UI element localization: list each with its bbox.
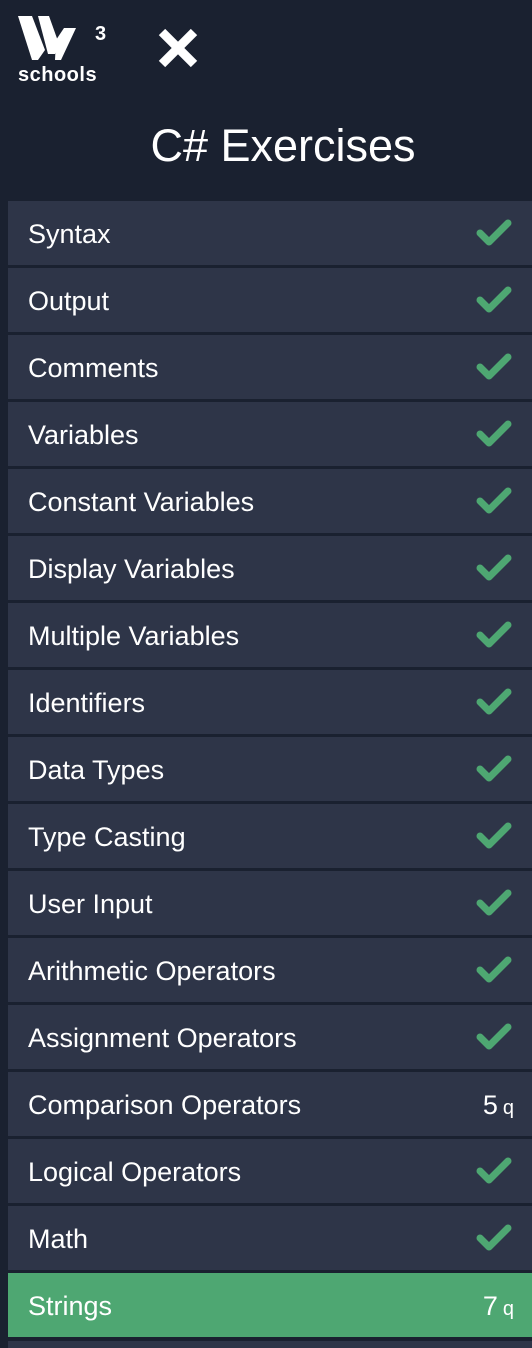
- question-count-number: 7: [482, 1291, 498, 1321]
- list-item-partial: [8, 1341, 532, 1348]
- checkmark-icon: [476, 487, 512, 514]
- exercise-item-label: Constant Variables: [28, 487, 255, 517]
- exercise-item-label: Display Variables: [28, 554, 235, 584]
- exercise-item-arithmetic-operators[interactable]: Arithmetic Operators: [8, 938, 532, 1002]
- checkmark-icon: [476, 889, 512, 916]
- exercise-item-label: Output: [28, 286, 110, 316]
- checkmark-icon: [476, 420, 512, 447]
- exercise-list: Syntax Output Comments Variables Constant Va…: [8, 201, 532, 1340]
- exercise-menu-panel: 3 schools C# Exercises Syntax Output Comme…: [0, 0, 532, 1348]
- checkmark-icon: [476, 1224, 512, 1251]
- exercise-item-label: Strings: [28, 1291, 113, 1321]
- checkmark-icon: [476, 286, 512, 313]
- exercise-item-label: Assignment Operators: [28, 1023, 297, 1053]
- exercise-item-label: Comparison Operators: [28, 1090, 302, 1120]
- checkmark-icon: [476, 554, 512, 581]
- exercise-item-strings[interactable]: Strings 7 q: [8, 1273, 532, 1337]
- checkmark-icon: [476, 1157, 512, 1184]
- checkmark-icon: [476, 755, 512, 782]
- exercise-item-display-variables[interactable]: Display Variables: [8, 536, 532, 600]
- exercise-item-constant-variables[interactable]: Constant Variables: [8, 469, 532, 533]
- close-icon: [158, 28, 198, 68]
- exercise-item-label: Logical Operators: [28, 1157, 242, 1187]
- exercise-item-label: Data Types: [28, 755, 165, 785]
- checkmark-icon: [476, 688, 512, 715]
- exercise-item-syntax[interactable]: Syntax: [8, 201, 532, 265]
- logo-text: schools: [18, 64, 98, 86]
- exercise-item-comparison-operators[interactable]: Comparison Operators 5 q: [8, 1072, 532, 1136]
- exercise-item-label: Identifiers: [28, 688, 146, 718]
- exercise-item-math[interactable]: Math: [8, 1206, 532, 1270]
- w3schools-logo[interactable]: 3 schools: [16, 14, 106, 86]
- checkmark-icon: [476, 956, 512, 983]
- checkmark-icon: [476, 219, 512, 246]
- question-count-unit: q: [502, 1298, 514, 1320]
- exercise-item-label: Arithmetic Operators: [28, 956, 276, 986]
- exercise-item-label: Type Casting: [28, 822, 186, 852]
- exercise-item-label: Multiple Variables: [28, 621, 240, 651]
- exercise-item-user-input[interactable]: User Input: [8, 871, 532, 935]
- page-title: C# Exercises: [150, 120, 416, 171]
- exercise-item-label: Syntax: [28, 219, 111, 249]
- exercise-item-comments[interactable]: Comments: [8, 335, 532, 399]
- exercise-item-data-types[interactable]: Data Types: [8, 737, 532, 801]
- logo-superscript: 3: [95, 23, 107, 45]
- close-button[interactable]: [153, 25, 203, 71]
- exercise-item-assignment-operators[interactable]: Assignment Operators: [8, 1005, 532, 1069]
- menu-header: 3 schools: [0, 0, 532, 95]
- exercise-item-logical-operators[interactable]: Logical Operators: [8, 1139, 532, 1203]
- question-count-unit: q: [502, 1097, 514, 1119]
- checkmark-icon: [476, 1023, 512, 1050]
- exercise-item-multiple-variables[interactable]: Multiple Variables: [8, 603, 532, 667]
- checkmark-icon: [476, 621, 512, 648]
- exercise-item-label: Math: [28, 1224, 89, 1254]
- exercise-item-label: Comments: [28, 353, 159, 383]
- exercise-item-label: User Input: [28, 889, 153, 919]
- question-count: 5q: [483, 1072, 514, 1136]
- checkmark-icon: [476, 822, 512, 849]
- question-count: 7q: [483, 1273, 514, 1337]
- exercise-item-variables[interactable]: Variables: [8, 402, 532, 466]
- exercise-item-identifiers[interactable]: Identifiers: [8, 670, 532, 734]
- exercise-item-output[interactable]: Output: [8, 268, 532, 332]
- w3-logo-mark: [18, 16, 76, 60]
- checkmark-icon: [476, 353, 512, 380]
- question-count-number: 5: [482, 1090, 498, 1120]
- exercise-item-type-casting[interactable]: Type Casting: [8, 804, 532, 868]
- exercise-item-label: Variables: [28, 420, 139, 450]
